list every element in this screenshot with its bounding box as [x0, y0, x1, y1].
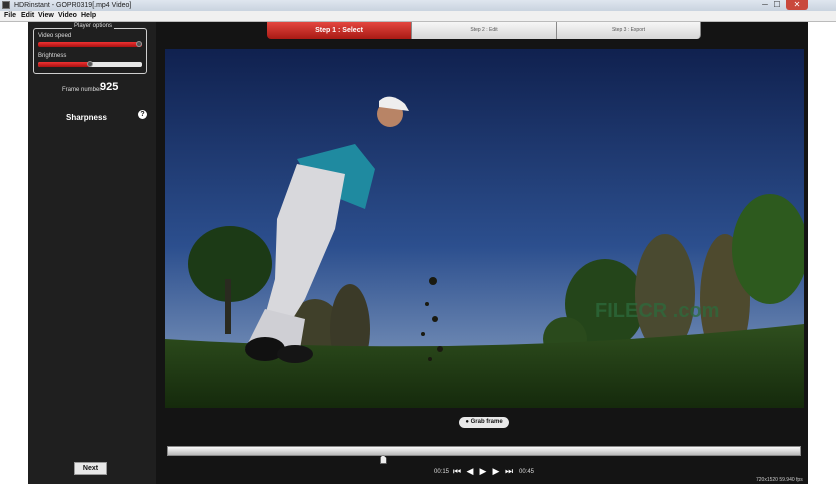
- frame-number-label: Frame number: [62, 87, 102, 93]
- tab-step-export[interactable]: Step 3 : Export: [557, 22, 701, 39]
- grab-frame-label: Grab frame: [470, 419, 503, 425]
- menu-edit[interactable]: Edit: [21, 11, 34, 21]
- brightness-label: Brightness: [38, 53, 67, 59]
- window-title: HDRinstant - GOPR0319[.mp4 Video]: [14, 2, 132, 9]
- menu-view[interactable]: View: [38, 11, 54, 21]
- brightness-fill: [38, 62, 90, 67]
- grab-frame-button[interactable]: ● Grab frame: [459, 417, 509, 428]
- video-frame: FILECR .com: [165, 49, 804, 408]
- video-speed-slider[interactable]: [38, 42, 142, 47]
- menu-bar: File Edit View Video Help: [0, 11, 836, 22]
- step-back-icon[interactable]: ◀: [465, 466, 475, 476]
- video-speed-fill: [38, 42, 142, 47]
- help-icon[interactable]: ?: [138, 110, 147, 119]
- close-button[interactable]: ✕: [786, 0, 808, 10]
- maximize-button[interactable]: ☐: [772, 0, 782, 10]
- window-frame-right: [808, 22, 836, 484]
- total-time: 00:45: [519, 469, 535, 475]
- brightness-knob[interactable]: [87, 61, 93, 67]
- minimize-button[interactable]: ─: [760, 0, 770, 10]
- video-scene: FILECR .com: [165, 49, 804, 408]
- player-options-title: Player options: [72, 22, 115, 30]
- video-speed-label: Video speed: [38, 33, 72, 39]
- skip-end-icon[interactable]: ⏭: [504, 466, 514, 476]
- status-text: 720x1520 59.940 fps: [756, 477, 803, 483]
- play-icon[interactable]: ▶: [478, 466, 488, 476]
- next-button[interactable]: Next: [74, 462, 107, 475]
- timeline-bar[interactable]: [167, 446, 801, 456]
- menu-help[interactable]: Help: [81, 11, 96, 21]
- menu-video[interactable]: Video: [58, 11, 77, 21]
- tab-step-edit[interactable]: Step 2 : Edit: [412, 22, 557, 39]
- watermark: FILECR .com: [595, 300, 719, 322]
- sharpness-label: Sharpness: [66, 113, 107, 122]
- window-frame-left: [0, 22, 28, 484]
- current-time: 00:15: [434, 469, 450, 475]
- menu-file[interactable]: File: [4, 11, 16, 21]
- tab-step-select[interactable]: Step 1 : Select: [267, 22, 412, 39]
- step-forward-icon[interactable]: ▶: [491, 466, 501, 476]
- app-icon: [2, 1, 10, 9]
- video-speed-knob[interactable]: [136, 41, 142, 47]
- frame-number-value: 925: [100, 81, 119, 93]
- skip-start-icon[interactable]: ⏮: [452, 466, 462, 476]
